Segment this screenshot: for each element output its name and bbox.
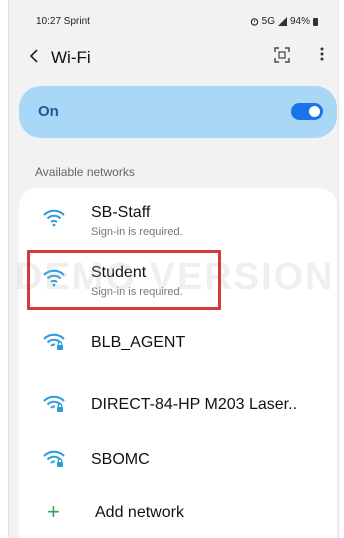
phone-screen: 10:27 Sprint 5G 94% Wi-Fi On Available n… [8,0,339,538]
chevron-left-icon [29,49,38,63]
page-title: Wi-Fi [51,48,91,67]
available-networks-label: Available networks [35,165,135,179]
network-item-sb-staff[interactable]: SB-Staff Sign-in is required. [19,198,337,252]
alarm-icon [250,18,258,26]
network-type-label: 5G [261,16,275,27]
more-vertical-icon [320,47,324,61]
back-button[interactable] [29,48,39,69]
wifi-toggle-switch[interactable] [291,103,323,120]
wifi-master-toggle-card[interactable]: On [19,86,337,138]
network-list: SB-Staff Sign-in is required. Student Si… [19,188,337,538]
battery-icon [313,17,318,26]
network-name: SB-Staff [91,204,151,221]
more-options-button[interactable] [320,47,324,66]
status-bar: 10:27 Sprint 5G 94% [9,0,338,40]
network-name: SBOMC [91,451,150,468]
status-indicators: 5G 94% [250,16,318,27]
network-status: Sign-in is required. [91,226,183,238]
network-item-direct-hp[interactable]: DIRECT-84-HP M203 Laser.. [19,378,337,432]
add-network-label: Add network [95,504,184,521]
status-time: 10:27 Sprint [36,16,90,27]
network-name: DIRECT-84-HP M203 Laser.. [91,396,298,413]
wifi-lock-icon [43,395,65,412]
wifi-lock-icon [43,333,65,350]
signal-icon [277,17,287,26]
network-name: BLB_AGENT [91,334,186,351]
qr-scan-icon [274,47,290,63]
app-header: Wi-Fi [9,42,338,76]
qr-scan-button[interactable] [274,47,292,65]
toggle-knob [309,106,320,117]
highlight-annotation-box [27,250,221,310]
network-item-sbomc[interactable]: SBOMC [19,433,337,487]
network-item-blb-agent[interactable]: BLB_AGENT [19,316,337,370]
wifi-state-label: On [38,103,59,120]
plus-icon: + [47,499,60,524]
add-network-button[interactable]: + Add network [19,494,337,534]
wifi-icon [43,209,65,227]
battery-percent: 94% [289,16,310,27]
wifi-lock-icon [43,450,65,467]
